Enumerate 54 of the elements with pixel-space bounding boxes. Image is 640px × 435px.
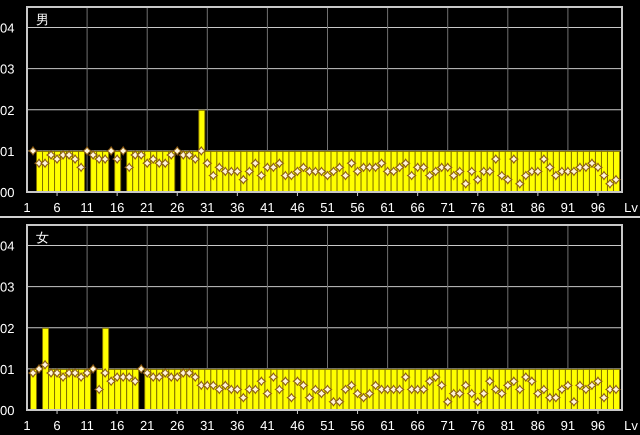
tick-label: 11 — [80, 200, 94, 215]
tick-label: 02 — [0, 102, 14, 118]
tick-label: 86 — [530, 418, 546, 433]
tick-label: 04 — [0, 238, 14, 254]
tick-label: 03 — [0, 280, 14, 295]
tick-label: 46 — [290, 418, 305, 433]
tick-label: 91 — [560, 418, 576, 433]
tick-label: 36 — [230, 418, 245, 433]
tick-label: 21 — [140, 418, 154, 433]
tick-label: 1 — [23, 418, 31, 433]
tick-label: 02 — [0, 320, 14, 336]
tick-label: 46 — [290, 200, 305, 215]
tick-label: 66 — [410, 418, 425, 433]
tick-label: 16 — [110, 418, 124, 433]
tick-label: 16 — [110, 200, 124, 215]
tick-label: 56 — [350, 418, 365, 433]
tick-label: 26 — [170, 200, 184, 215]
axis-label: Lv — [624, 200, 638, 215]
tick-label: 81 — [500, 200, 516, 215]
tick-label: 6 — [53, 418, 61, 433]
tick-label: 71 — [440, 200, 455, 215]
tick-label: 61 — [380, 418, 395, 433]
tick-label: 96 — [590, 418, 606, 433]
tick-label: 56 — [350, 200, 365, 215]
tick-label: 26 — [170, 418, 184, 433]
tick-label: 96 — [590, 200, 606, 215]
tick-label: 41 — [260, 418, 275, 433]
tick-label: 41 — [260, 200, 275, 215]
axis-label: Lv — [624, 418, 638, 433]
tick-label: 11 — [80, 418, 94, 433]
tick-label: 51 — [320, 200, 335, 215]
tick-label: 01 — [0, 144, 14, 159]
tick-label: 81 — [500, 418, 516, 433]
tick-label: 66 — [410, 200, 425, 215]
tick-label: 01 — [0, 362, 14, 377]
tick-label: 76 — [470, 200, 485, 215]
tick-label: 36 — [230, 200, 245, 215]
tick-label: 04 — [0, 20, 14, 36]
chart-title: 女 — [36, 231, 49, 246]
tick-label: 31 — [200, 200, 215, 215]
tick-label: 6 — [53, 200, 61, 215]
tick-label: 86 — [530, 200, 546, 215]
tick-label: 00 — [0, 403, 14, 418]
tick-label: 00 — [0, 185, 14, 200]
chart-title: 男 — [36, 13, 49, 28]
tick-label: 61 — [380, 200, 395, 215]
tick-label: 21 — [140, 200, 154, 215]
tick-label: 03 — [0, 62, 14, 77]
tick-label: 1 — [23, 200, 31, 215]
tick-label: 76 — [470, 418, 485, 433]
tick-label: 91 — [560, 200, 576, 215]
tick-label: 71 — [440, 418, 455, 433]
tick-label: 31 — [200, 418, 215, 433]
tick-label: 51 — [320, 418, 335, 433]
